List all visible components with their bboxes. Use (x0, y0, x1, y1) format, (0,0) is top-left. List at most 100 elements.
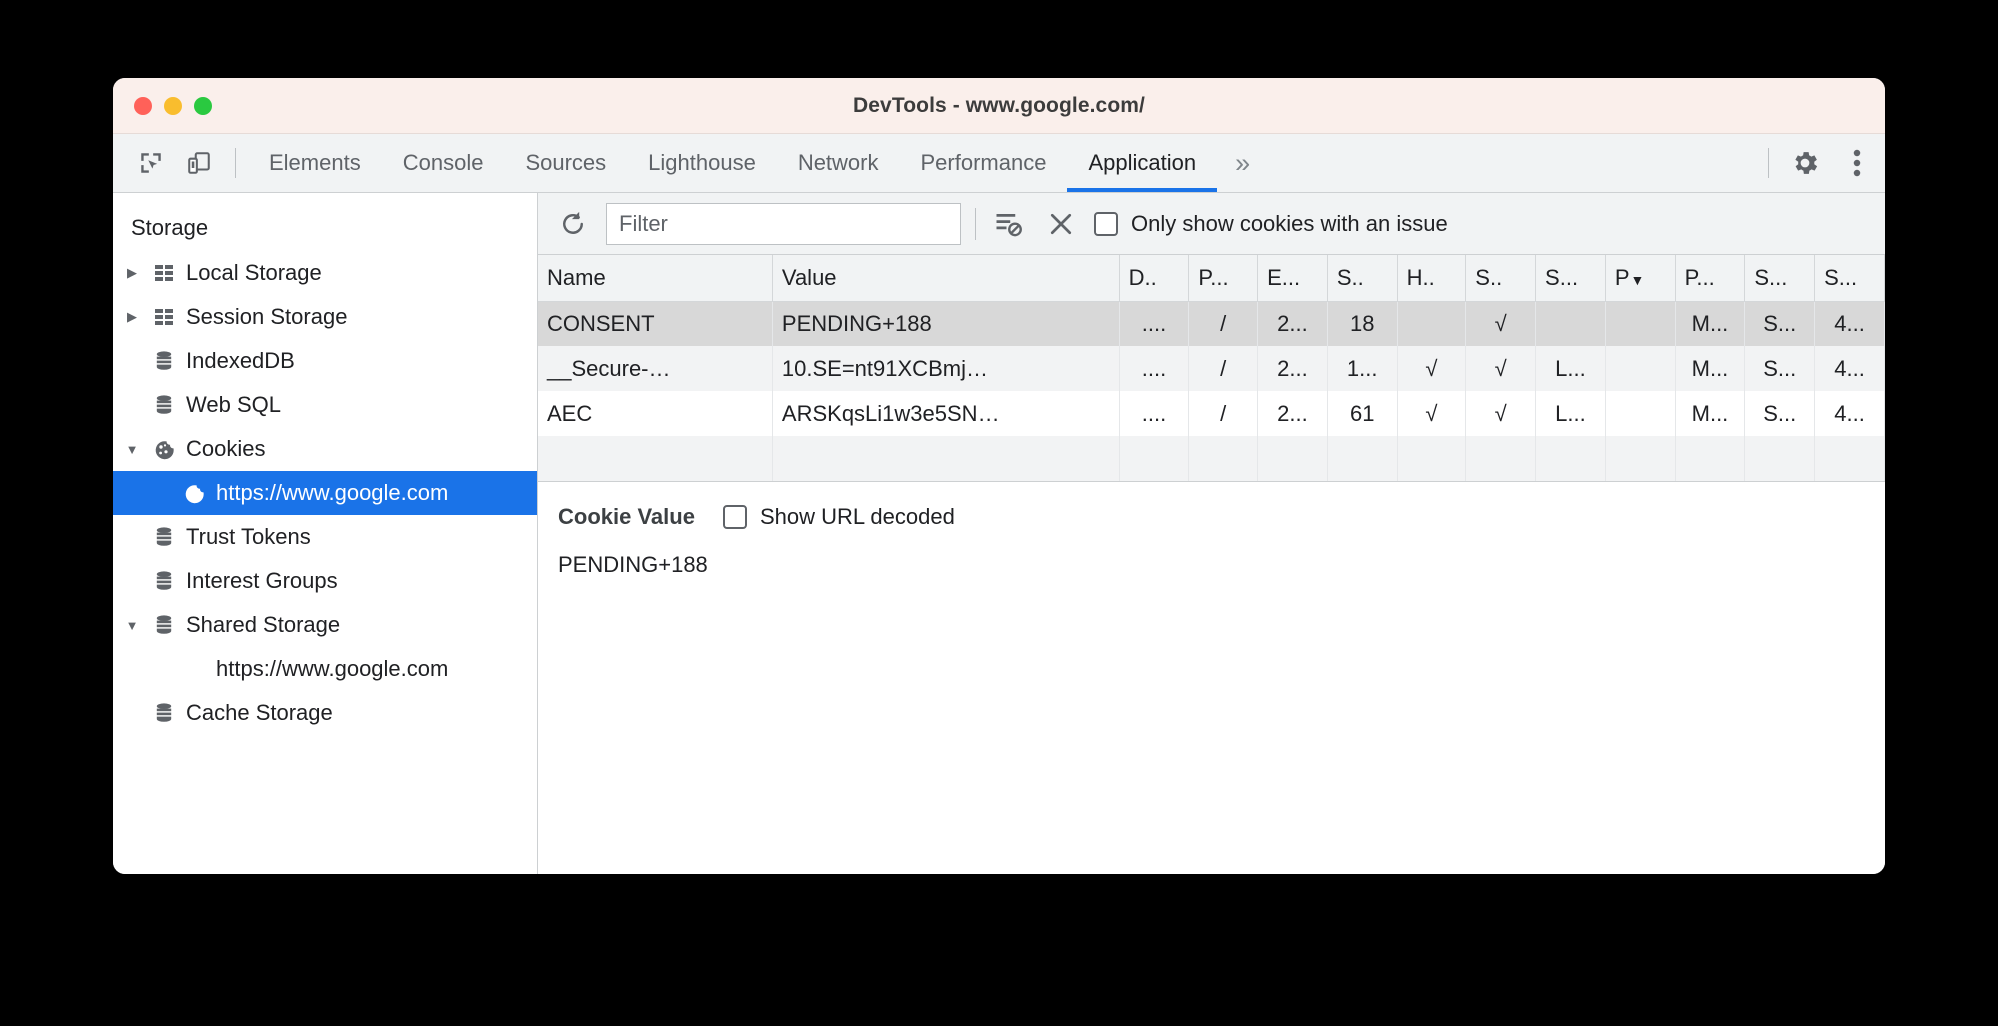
cell-priority: M... (1675, 301, 1745, 346)
chevron-down-icon[interactable]: ▼ (117, 442, 147, 457)
tab-application[interactable]: Application (1067, 134, 1217, 192)
storage-tree: ▶ Local Storage ▶Session StorageIndexedDBW… (113, 251, 537, 735)
chevron-right-icon[interactable]: ▶ (117, 265, 147, 281)
show-url-decoded-checkbox[interactable]: Show URL decoded (723, 504, 955, 530)
sidebar-item-cache-storage[interactable]: Cache Storage (113, 691, 537, 735)
cell-value (772, 436, 1119, 481)
clear-all-cookies-icon[interactable] (1042, 205, 1080, 243)
sidebar-item-trust-tokens[interactable]: Trust Tokens (113, 515, 537, 559)
column-header-samesite[interactable]: S... (1536, 255, 1606, 301)
cell-value: 10.SE=nt91XCBmj… (772, 346, 1119, 391)
cell-sourcescheme: 4... (1815, 301, 1885, 346)
cell-path: / (1189, 346, 1258, 391)
sidebar-item-indexeddb[interactable]: IndexedDB (113, 339, 537, 383)
clear-filtered-cookies-icon[interactable] (990, 205, 1028, 243)
cell-name (538, 436, 772, 481)
cell-size (1327, 436, 1397, 481)
column-header-label: P (1615, 265, 1630, 290)
only-show-issues-checkbox[interactable]: Only show cookies with an issue (1094, 211, 1448, 237)
cell-domain: .... (1119, 301, 1189, 346)
table-row[interactable]: CONSENTPENDING+188..../2...18√M...S...4.… (538, 301, 1885, 346)
sidebar-item-https-www-google-com[interactable]: https://www.google.com (113, 471, 537, 515)
more-tabs-icon[interactable]: » (1217, 134, 1268, 192)
table-row[interactable]: __Secure-…10.SE=nt91XCBmj…..../2...1...√… (538, 346, 1885, 391)
column-header-label: E... (1267, 265, 1300, 290)
cell-sourcescheme: 4... (1815, 391, 1885, 436)
cell-value: ARSKqsLi1w3e5SN… (772, 391, 1119, 436)
sidebar-item-session-storage[interactable]: ▶Session Storage (113, 295, 537, 339)
column-header-secure[interactable]: S.. (1466, 255, 1536, 301)
sidebar-item-shared-storage[interactable]: ▼ Shared Storage (113, 603, 537, 647)
toolbar-divider-right (1768, 148, 1769, 178)
column-header-label: P... (1198, 265, 1228, 290)
column-header-path[interactable]: P... (1189, 255, 1258, 301)
refresh-icon[interactable] (554, 205, 592, 243)
chevron-down-icon[interactable]: ▼ (117, 618, 147, 633)
table-row[interactable]: AECARSKqsLi1w3e5SN…..../2...61√√L...M...… (538, 391, 1885, 436)
table-icon (147, 261, 181, 285)
cookie-icon (177, 481, 211, 505)
sidebar-item-https-www-google-com[interactable]: https://www.google.com (113, 647, 537, 691)
table-row[interactable] (538, 436, 1885, 481)
cookie-detail-header: Cookie Value Show URL decoded (558, 504, 1865, 530)
checkbox-box (723, 505, 747, 529)
sidebar-item-web-sql[interactable]: Web SQL (113, 383, 537, 427)
devtools-window: DevTools - www.google.com/ Elements Cons… (113, 78, 1885, 874)
tab-label: Sources (525, 150, 606, 176)
header-row: NameValueD..P...E...S..H..S..S...P▼P...S… (538, 255, 1885, 301)
sidebar-item-label: Local Storage (181, 260, 322, 286)
tab-label: Network (798, 150, 879, 176)
cell-domain: .... (1119, 346, 1189, 391)
cell-priority: M... (1675, 346, 1745, 391)
cell-expires (1258, 436, 1328, 481)
column-header-domain[interactable]: D.. (1119, 255, 1189, 301)
tab-elements[interactable]: Elements (248, 134, 382, 192)
tab-bar-spacer (1268, 134, 1756, 192)
filter-input[interactable] (606, 203, 961, 245)
column-header-name[interactable]: Name (538, 255, 772, 301)
column-header-label: P... (1685, 265, 1715, 290)
tab-lighthouse[interactable]: Lighthouse (627, 134, 777, 192)
cell-size: 1... (1327, 346, 1397, 391)
cell-domain: .... (1119, 391, 1189, 436)
tab-label: Performance (921, 150, 1047, 176)
cell-priority: M... (1675, 391, 1745, 436)
gear-icon[interactable] (1781, 134, 1829, 192)
inspect-element-icon[interactable] (127, 134, 175, 192)
chevron-right-icon[interactable]: ▶ (117, 309, 147, 325)
column-header-sameparty[interactable]: S... (1745, 255, 1815, 301)
column-header-expires[interactable]: E... (1258, 255, 1328, 301)
device-toolbar-icon[interactable] (175, 134, 223, 192)
database-icon (147, 701, 181, 725)
tab-network[interactable]: Network (777, 134, 900, 192)
sidebar-item-cookies[interactable]: ▼Cookies (113, 427, 537, 471)
tab-performance[interactable]: Performance (900, 134, 1068, 192)
cell-sourcescheme: 4... (1815, 346, 1885, 391)
show-url-decoded-label: Show URL decoded (760, 504, 955, 530)
column-header-priority[interactable]: P... (1675, 255, 1745, 301)
column-header-httponly[interactable]: H.. (1397, 255, 1466, 301)
column-header-label: Name (547, 265, 606, 290)
cell-secure: √ (1466, 301, 1536, 346)
sidebar-item-label: Shared Storage (181, 612, 340, 638)
cell-samesite: L... (1536, 346, 1606, 391)
sidebar-item-label: Cache Storage (181, 700, 333, 726)
column-header-size[interactable]: S.. (1327, 255, 1397, 301)
cell-expires: 2... (1258, 346, 1328, 391)
cookie-value-text: PENDING+188 (558, 552, 1865, 578)
tab-sources[interactable]: Sources (504, 134, 627, 192)
cookies-table-body: CONSENTPENDING+188..../2...18√M...S...4.… (538, 301, 1885, 481)
sidebar-item-interest-groups[interactable]: Interest Groups (113, 559, 537, 603)
column-header-label: S... (1754, 265, 1787, 290)
column-header-sourcescheme[interactable]: S... (1815, 255, 1885, 301)
cookies-toolbar: Only show cookies with an issue (538, 193, 1885, 255)
tab-console[interactable]: Console (382, 134, 505, 192)
sidebar-item-local-storage[interactable]: ▶ Local Storage (113, 251, 537, 295)
column-header-partition[interactable]: P▼ (1605, 255, 1675, 301)
cell-secure: √ (1466, 391, 1536, 436)
vertical-dots-icon[interactable] (1829, 134, 1885, 192)
tab-label: Elements (269, 150, 361, 176)
column-header-label: H.. (1407, 265, 1435, 290)
column-header-value[interactable]: Value (772, 255, 1119, 301)
cell-httponly: √ (1397, 346, 1466, 391)
